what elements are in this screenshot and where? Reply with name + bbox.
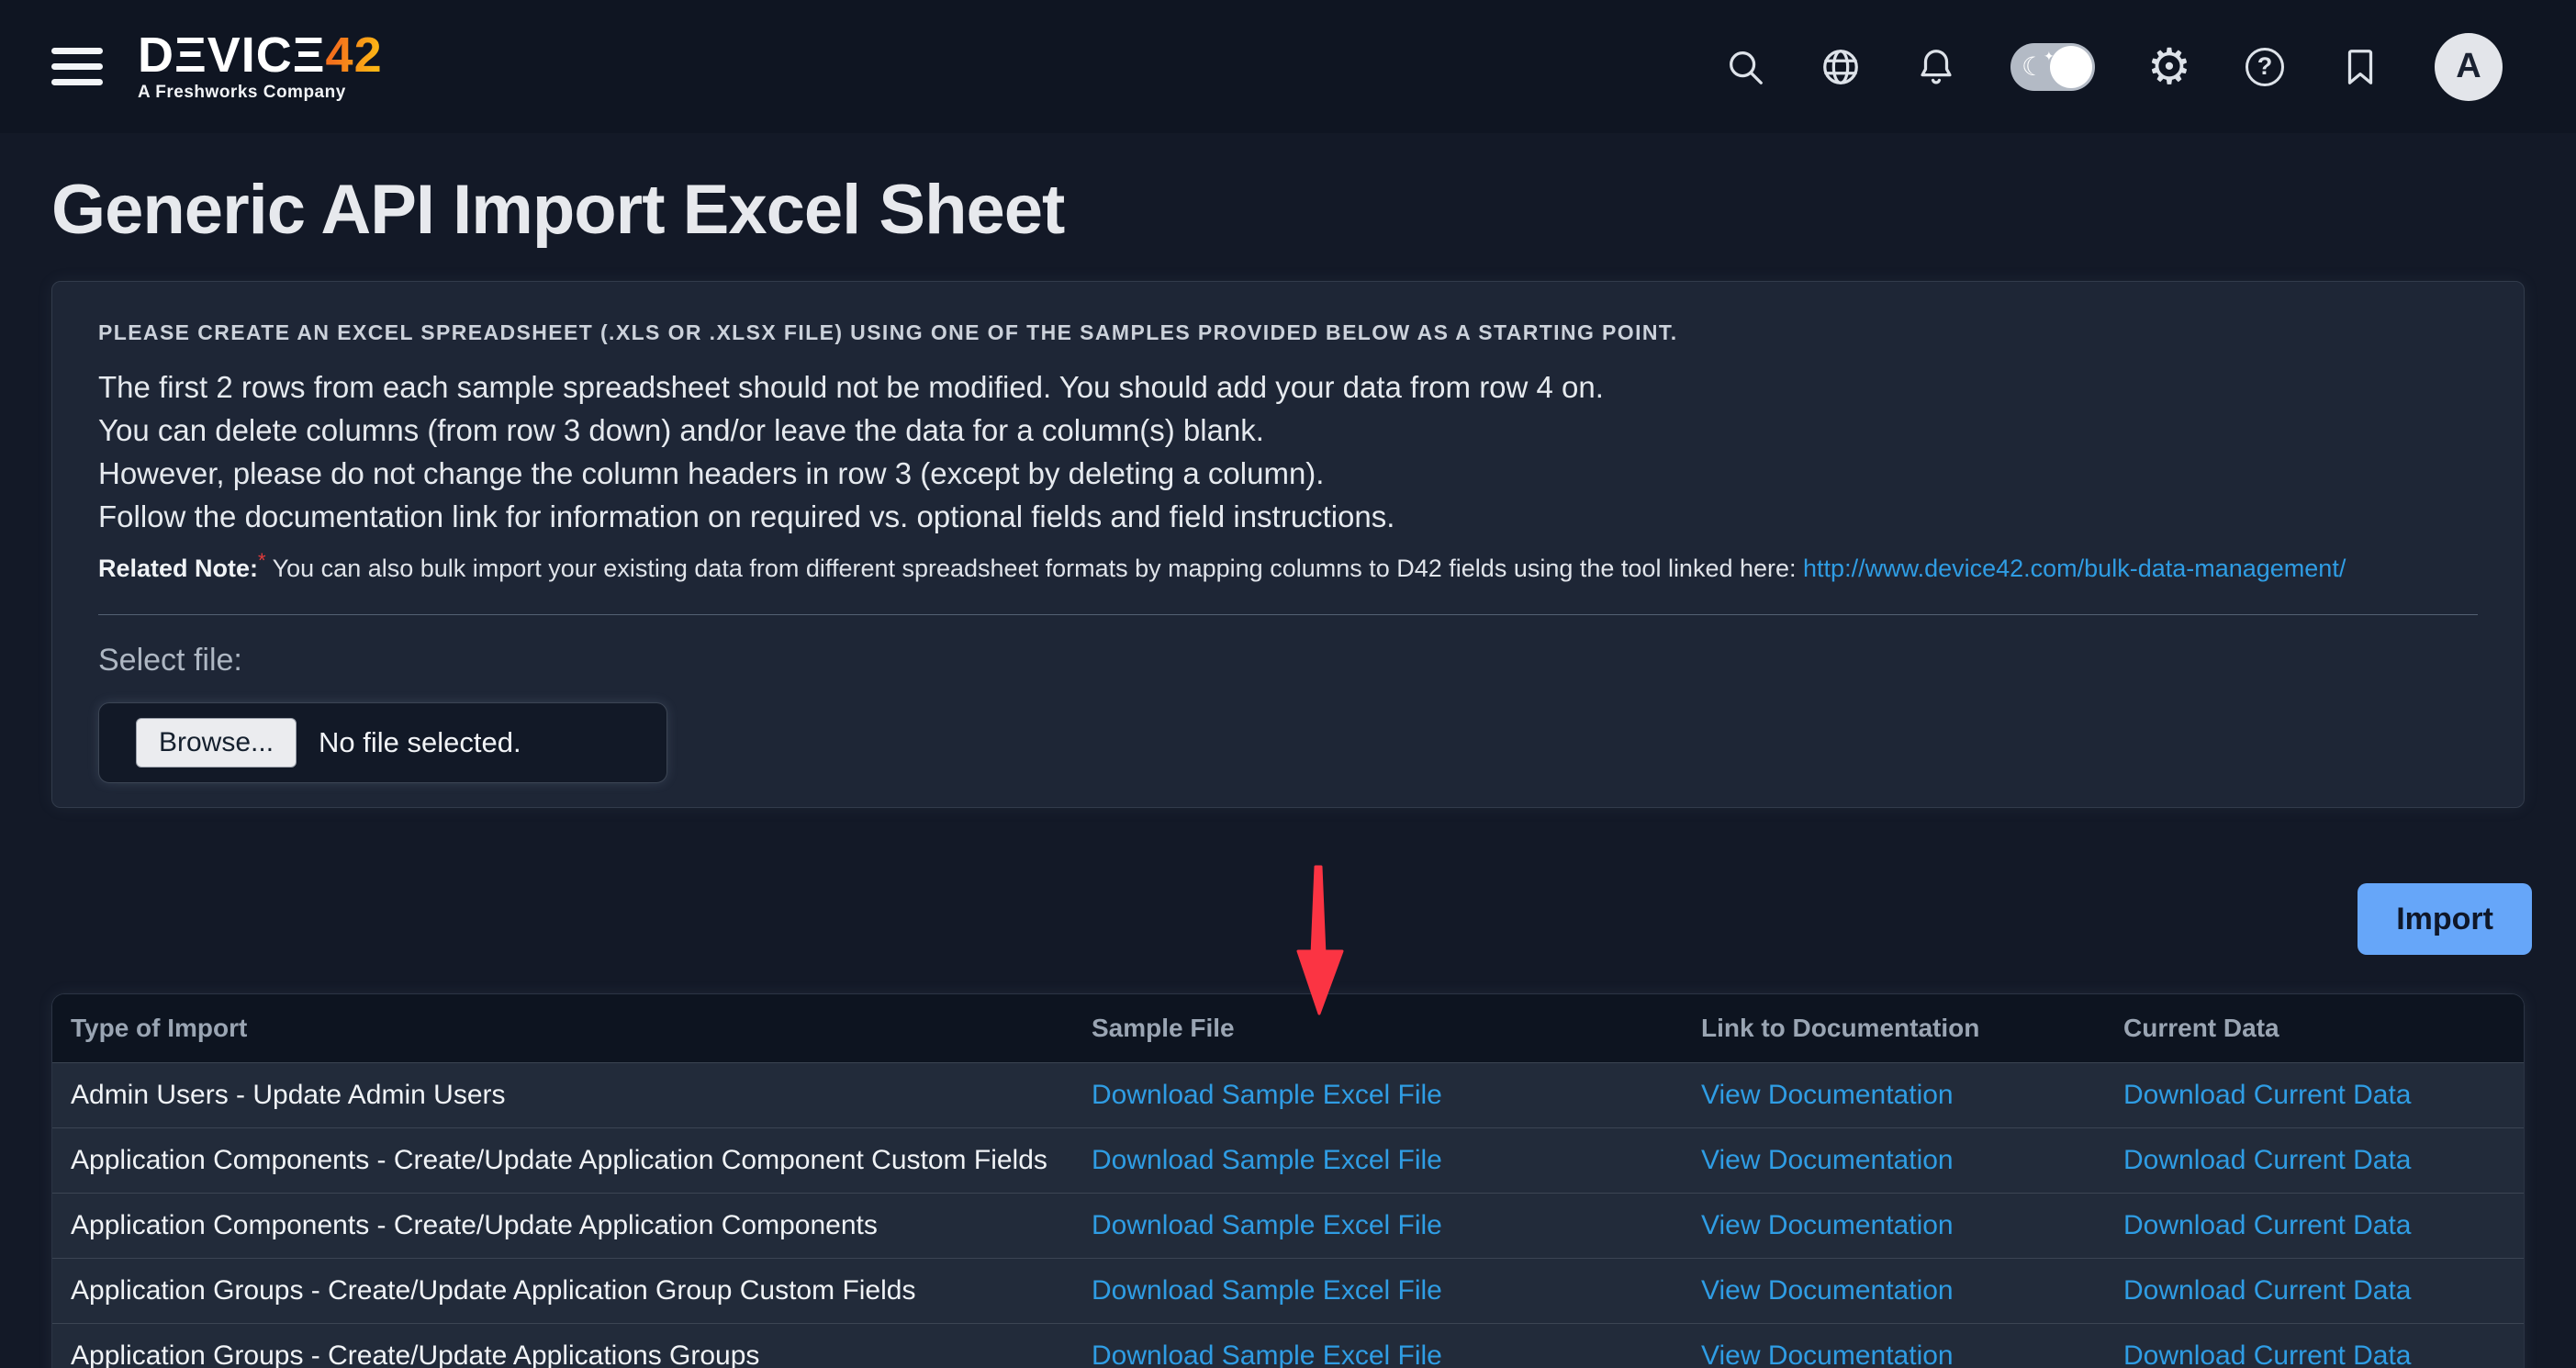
- download-sample-link[interactable]: Download Sample Excel File: [1092, 1080, 1442, 1110]
- import-type-cell: Application Components - Create/Update A…: [52, 1145, 1073, 1176]
- theme-toggle[interactable]: ☾ ✦: [2010, 43, 2095, 91]
- download-sample-link[interactable]: Download Sample Excel File: [1092, 1340, 1442, 1368]
- logo-subtitle: A Freshworks Company: [138, 83, 383, 103]
- avatar[interactable]: A: [2435, 33, 2503, 101]
- panel-heading: PLEASE CREATE AN EXCEL SPREADSHEET (.XLS…: [98, 320, 2478, 345]
- table-row: Application Components - Create/Update A…: [52, 1127, 2524, 1193]
- download-sample-link[interactable]: Download Sample Excel File: [1092, 1210, 1442, 1240]
- table-body: Admin Users - Update Admin Users Downloa…: [52, 1062, 2524, 1368]
- search-icon[interactable]: [1724, 46, 1766, 88]
- select-file-label: Select file:: [98, 643, 2478, 678]
- toggle-knob[interactable]: [2050, 46, 2092, 88]
- gear-icon[interactable]: ⚙: [2148, 46, 2190, 88]
- related-note-label: Related Note:: [98, 555, 258, 582]
- import-type-cell: Application Groups - Create/Update Appli…: [52, 1340, 1073, 1368]
- import-type-cell: Admin Users - Update Admin Users: [52, 1080, 1073, 1111]
- import-button[interactable]: Import: [2358, 883, 2532, 955]
- help-icon[interactable]: ?: [2244, 46, 2286, 88]
- menu-icon[interactable]: [51, 48, 103, 85]
- globe-icon[interactable]: [1820, 46, 1862, 88]
- column-header-sample: Sample File: [1073, 1014, 1683, 1043]
- related-note-text: You can also bulk import your existing d…: [266, 555, 1803, 582]
- table-header-row: Type of Import Sample File Link to Docum…: [52, 994, 2524, 1062]
- logo-accent: 42: [326, 28, 383, 83]
- table-row: Application Groups - Create/Update Appli…: [52, 1323, 2524, 1368]
- page-title: Generic API Import Excel Sheet: [51, 170, 2525, 250]
- bookmark-icon[interactable]: [2339, 46, 2381, 88]
- topbar: DΞVICΞ42 A Freshworks Company ☾ ✦ ⚙ ? A: [0, 0, 2576, 133]
- bulk-data-management-link[interactable]: http://www.device42.com/bulk-data-manage…: [1803, 555, 2346, 582]
- action-row: Import: [0, 883, 2532, 955]
- divider: [98, 614, 2478, 615]
- download-current-data-link[interactable]: Download Current Data: [2123, 1210, 2412, 1240]
- file-input[interactable]: Browse... No file selected.: [98, 702, 667, 783]
- download-current-data-link[interactable]: Download Current Data: [2123, 1080, 2412, 1110]
- download-sample-link[interactable]: Download Sample Excel File: [1092, 1145, 1442, 1175]
- import-type-cell: Application Groups - Create/Update Appli…: [52, 1275, 1073, 1306]
- browse-button[interactable]: Browse...: [136, 718, 297, 768]
- related-note: Related Note:* You can also bulk import …: [98, 549, 2478, 583]
- view-documentation-link[interactable]: View Documentation: [1701, 1340, 1954, 1368]
- download-current-data-link[interactable]: Download Current Data: [2123, 1340, 2412, 1368]
- instruction-line: Follow the documentation link for inform…: [98, 495, 2478, 538]
- view-documentation-link[interactable]: View Documentation: [1701, 1275, 1954, 1306]
- required-asterisk: *: [258, 549, 266, 572]
- import-type-cell: Application Components - Create/Update A…: [52, 1210, 1073, 1241]
- moon-icon: ☾: [2022, 51, 2044, 82]
- download-current-data-link[interactable]: Download Current Data: [2123, 1275, 2412, 1306]
- table-row: Application Groups - Create/Update Appli…: [52, 1258, 2524, 1323]
- instruction-line: You can delete columns (from row 3 down)…: [98, 409, 2478, 452]
- column-header-type: Type of Import: [52, 1014, 1073, 1043]
- instruction-line: However, please do not change the column…: [98, 452, 2478, 495]
- download-current-data-link[interactable]: Download Current Data: [2123, 1145, 2412, 1175]
- column-header-documentation: Link to Documentation: [1683, 1014, 2105, 1043]
- view-documentation-link[interactable]: View Documentation: [1701, 1210, 1954, 1240]
- logo-text: DΞVICΞ42: [138, 31, 383, 79]
- download-sample-link[interactable]: Download Sample Excel File: [1092, 1275, 1442, 1306]
- file-status-text: No file selected.: [319, 726, 521, 759]
- topbar-actions: ☾ ✦ ⚙ ? A: [1724, 33, 2503, 101]
- view-documentation-link[interactable]: View Documentation: [1701, 1080, 1954, 1110]
- device42-logo[interactable]: DΞVICΞ42 A Freshworks Company: [138, 31, 383, 103]
- table-row: Application Components - Create/Update A…: [52, 1193, 2524, 1258]
- bell-icon[interactable]: [1915, 46, 1957, 88]
- import-table: Type of Import Sample File Link to Docum…: [51, 993, 2525, 1368]
- instruction-line: The first 2 rows from each sample spread…: [98, 365, 2478, 409]
- column-header-current-data: Current Data: [2105, 1014, 2524, 1043]
- table-row: Admin Users - Update Admin Users Downloa…: [52, 1062, 2524, 1127]
- view-documentation-link[interactable]: View Documentation: [1701, 1145, 1954, 1175]
- instructions-panel: PLEASE CREATE AN EXCEL SPREADSHEET (.XLS…: [51, 281, 2525, 808]
